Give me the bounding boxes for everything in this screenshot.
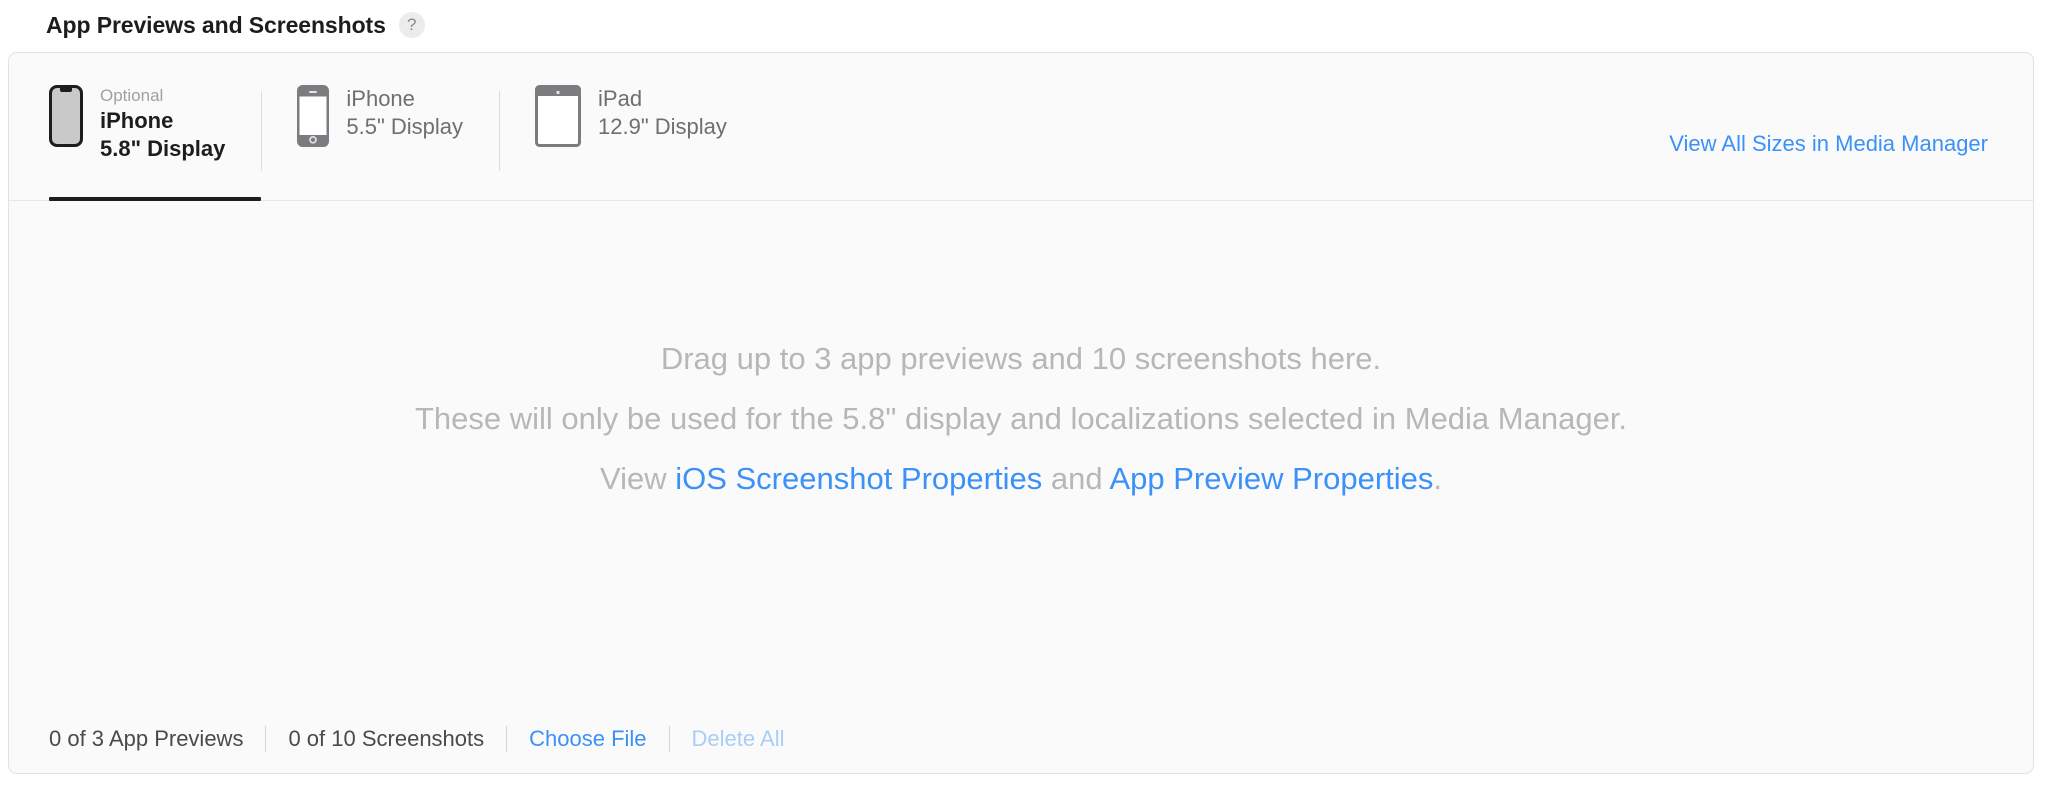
tab-device-size: 12.9" Display bbox=[598, 113, 727, 141]
iphone-notch-icon bbox=[49, 85, 83, 147]
tab-device-name: iPhone bbox=[346, 85, 463, 113]
tab-device-name: iPad bbox=[598, 85, 727, 113]
app-previews-screenshots-section: App Previews and Screenshots ? Optional … bbox=[0, 0, 2048, 789]
tab-device-size: 5.5" Display bbox=[346, 113, 463, 141]
dropzone-instruction-primary: Drag up to 3 app previews and 10 screens… bbox=[661, 340, 1381, 378]
question-mark-icon[interactable]: ? bbox=[399, 12, 425, 38]
media-footer: 0 of 3 App Previews 0 of 10 Screenshots … bbox=[9, 705, 2033, 773]
screenshots-count: 0 of 10 Screenshots bbox=[266, 726, 506, 752]
dropzone-view-prefix: View bbox=[600, 461, 675, 496]
tab-ipad-129[interactable]: iPad 12.9" Display bbox=[499, 85, 763, 177]
ipad-icon bbox=[535, 85, 581, 147]
media-dropzone[interactable]: Drag up to 3 app previews and 10 screens… bbox=[9, 201, 2033, 707]
app-previews-count: 0 of 3 App Previews bbox=[49, 726, 265, 752]
media-card: Optional iPhone 5.8" Display bbox=[8, 52, 2034, 774]
ios-screenshot-properties-link[interactable]: iOS Screenshot Properties bbox=[675, 461, 1042, 496]
tab-device-name: iPhone bbox=[100, 107, 225, 135]
tab-ipad-129-text: iPad 12.9" Display bbox=[598, 85, 727, 141]
section-header: App Previews and Screenshots ? bbox=[46, 8, 425, 42]
tab-iphone-58[interactable]: Optional iPhone 5.8" Display bbox=[49, 85, 261, 177]
dropzone-properties-line: View iOS Screenshot Properties and App P… bbox=[600, 460, 1442, 498]
dropzone-and-text: and bbox=[1042, 461, 1109, 496]
dropzone-period: . bbox=[1433, 461, 1442, 496]
page-title: App Previews and Screenshots bbox=[46, 12, 386, 39]
device-tabbar: Optional iPhone 5.8" Display bbox=[9, 53, 2033, 201]
view-all-sizes-link[interactable]: View All Sizes in Media Manager bbox=[1669, 131, 1988, 157]
tab-iphone-58-text: Optional iPhone 5.8" Display bbox=[100, 85, 225, 163]
tab-iphone-55[interactable]: iPhone 5.5" Display bbox=[261, 85, 499, 177]
delete-all-button[interactable]: Delete All bbox=[670, 726, 807, 752]
dropzone-instruction-secondary: These will only be used for the 5.8" dis… bbox=[415, 400, 1627, 438]
tab-device-size: 5.8" Display bbox=[100, 135, 225, 163]
iphone-home-button-icon bbox=[297, 85, 329, 147]
choose-file-button[interactable]: Choose File bbox=[507, 726, 668, 752]
tab-iphone-55-text: iPhone 5.5" Display bbox=[346, 85, 463, 141]
tab-optional-label: Optional bbox=[100, 85, 225, 106]
app-preview-properties-link[interactable]: App Preview Properties bbox=[1109, 461, 1433, 496]
